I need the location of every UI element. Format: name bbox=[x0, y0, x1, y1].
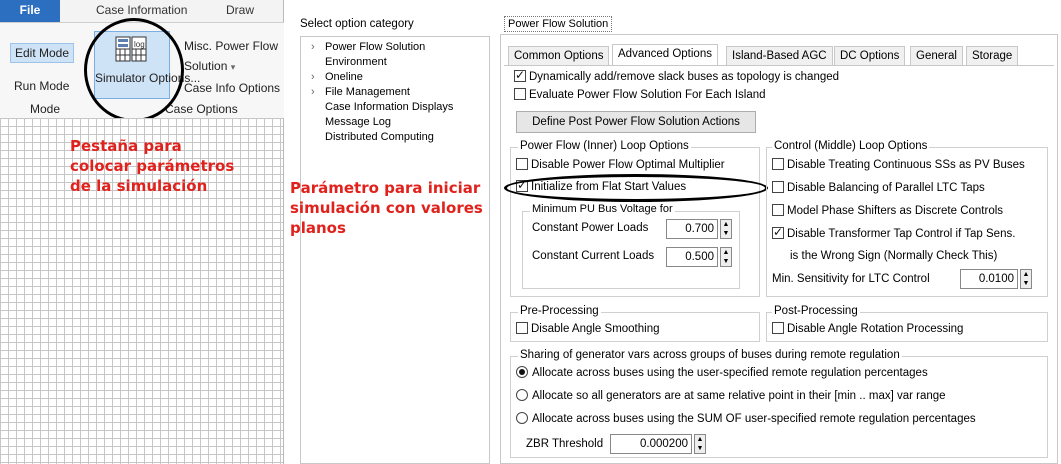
constant-current-spinner[interactable]: ▲ ▼ bbox=[720, 247, 732, 267]
define-post-actions-button[interactable]: Define Post Power Flow Solution Actions bbox=[516, 111, 756, 133]
tree-item-file-management[interactable]: › File Management bbox=[311, 86, 410, 98]
chevron-right-icon: › bbox=[311, 71, 315, 83]
tab-advanced-options[interactable]: Advanced Options bbox=[612, 44, 718, 66]
radio-button bbox=[516, 412, 528, 424]
run-mode-button[interactable]: Run Mode bbox=[14, 79, 69, 93]
inner-loop-title: Power Flow (Inner) Loop Options bbox=[518, 140, 691, 152]
checkbox-box bbox=[514, 88, 526, 100]
checkbox-label: Evaluate Power Flow Solution For Each Is… bbox=[529, 89, 766, 101]
min-voltage-title: Minimum PU Bus Voltage for bbox=[530, 203, 675, 215]
sharing-option-3[interactable]: Allocate across buses using the SUM OF u… bbox=[516, 412, 976, 425]
control-check-2[interactable]: Disable Balancing of Parallel LTC Taps bbox=[772, 181, 985, 194]
tab-island-based-agc[interactable]: Island-Based AGC bbox=[726, 46, 833, 66]
chevron-down-icon: ▾ bbox=[230, 62, 236, 72]
checkbox-box bbox=[772, 322, 784, 334]
solution-dropdown[interactable]: Solution ▾ bbox=[184, 59, 235, 73]
case-options-group-label: Case Options bbox=[165, 102, 238, 116]
disable-angle-smoothing-checkbox[interactable]: Disable Angle Smoothing bbox=[516, 322, 660, 335]
evaluate-island-checkbox[interactable]: Evaluate Power Flow Solution For Each Is… bbox=[514, 88, 766, 101]
constant-current-label: Constant Current Loads bbox=[532, 250, 655, 262]
chevron-right-icon: › bbox=[311, 41, 315, 53]
ribbon: File Case Information Draw Edit Mode Run… bbox=[0, 0, 284, 122]
checkbox-box bbox=[772, 225, 784, 239]
chevron-right-icon: › bbox=[311, 86, 315, 98]
checkbox-box bbox=[516, 158, 528, 170]
checkbox-box bbox=[772, 181, 784, 193]
radio-label: Allocate so all generators are at same r… bbox=[532, 390, 946, 402]
radio-button bbox=[516, 366, 528, 378]
zbr-threshold-input[interactable]: 0.000200 bbox=[610, 434, 692, 454]
checkbox-label: Disable Angle Smoothing bbox=[531, 323, 660, 335]
tree-item-label: Case Information Displays bbox=[325, 101, 454, 113]
slack-bus-checkbox[interactable]: Dynamically add/remove slack buses as to… bbox=[514, 68, 840, 83]
tab-common-options[interactable]: Common Options bbox=[508, 46, 610, 66]
tree-item-label: Power Flow Solution bbox=[325, 41, 426, 53]
tab-draw[interactable]: Draw bbox=[226, 0, 254, 22]
panel-title: Power Flow Solution bbox=[504, 16, 613, 32]
tree-item-case-information-displays[interactable]: Case Information Displays bbox=[311, 101, 453, 113]
wrong-sign-note: is the Wrong Sign (Normally Check This) bbox=[790, 250, 998, 262]
misc-power-flow-button[interactable]: Misc. Power Flow bbox=[184, 39, 278, 53]
checkbox-label: Dynamically add/remove slack buses as to… bbox=[529, 71, 840, 83]
constant-power-spinner[interactable]: ▲ ▼ bbox=[720, 219, 732, 239]
pre-processing-title: Pre-Processing bbox=[518, 305, 601, 317]
constant-current-input[interactable]: 0.500 bbox=[666, 247, 718, 267]
tree-item-label: File Management bbox=[325, 86, 410, 98]
mode-group-label: Mode bbox=[30, 102, 61, 116]
constant-power-input[interactable]: 0.700 bbox=[666, 219, 718, 239]
constant-power-label: Constant Power Loads bbox=[532, 222, 649, 234]
checkbox-label: Disable Angle Rotation Processing bbox=[787, 323, 964, 335]
edit-mode-button[interactable]: Edit Mode bbox=[10, 43, 75, 63]
tree-item-label: Message Log bbox=[325, 116, 392, 128]
checkbox-label: Disable Treating Continuous SSs as PV Bu… bbox=[787, 159, 1025, 171]
tab-storage[interactable]: Storage bbox=[966, 46, 1019, 66]
tab-divider bbox=[504, 65, 1054, 66]
checkbox-box bbox=[516, 322, 528, 334]
control-check-1[interactable]: Disable Treating Continuous SSs as PV Bu… bbox=[772, 158, 1025, 171]
sharing-option-1[interactable]: Allocate across buses using the user-spe… bbox=[516, 366, 928, 379]
tab-file[interactable]: File bbox=[0, 0, 60, 22]
category-tree: › Power Flow Solution Environment › Onelin… bbox=[300, 36, 490, 464]
radio-label: Allocate across buses using the SUM OF u… bbox=[532, 413, 976, 425]
disable-optimal-multiplier-checkbox[interactable]: Disable Power Flow Optimal Multiplier bbox=[516, 158, 725, 171]
min-sensitivity-label: Min. Sensitivity for LTC Control bbox=[772, 273, 930, 285]
zbr-threshold-spinner[interactable]: ▲ ▼ bbox=[694, 434, 706, 454]
control-check-3[interactable]: Model Phase Shifters as Discrete Control… bbox=[772, 204, 1003, 217]
checkbox-label: Disable Transformer Tap Control if Tap S… bbox=[787, 228, 1016, 240]
category-title: Select option category bbox=[300, 18, 414, 30]
checkbox-box bbox=[772, 204, 784, 216]
tree-item-message-log[interactable]: Message Log bbox=[311, 116, 391, 128]
radio-button bbox=[516, 389, 528, 401]
checkbox-box bbox=[772, 158, 784, 170]
control-loop-title: Control (Middle) Loop Options bbox=[772, 140, 930, 152]
sharing-option-2[interactable]: Allocate so all generators are at same r… bbox=[516, 389, 946, 402]
tab-general[interactable]: General bbox=[910, 46, 963, 66]
tree-item-distributed-computing[interactable]: Distributed Computing bbox=[311, 131, 434, 143]
zbr-threshold-label: ZBR Threshold bbox=[526, 438, 604, 450]
tree-item-environment[interactable]: Environment bbox=[311, 56, 387, 68]
post-processing-title: Post-Processing bbox=[772, 305, 860, 317]
tab-dc-options[interactable]: DC Options bbox=[834, 46, 906, 66]
highlight-ellipse bbox=[504, 174, 768, 202]
checkbox-label: Model Phase Shifters as Discrete Control… bbox=[787, 205, 1004, 217]
solution-label: Solution bbox=[184, 59, 228, 73]
checkbox-box bbox=[514, 68, 526, 82]
tree-item-label: Oneline bbox=[325, 71, 363, 83]
control-check-4[interactable]: Disable Transformer Tap Control if Tap S… bbox=[772, 225, 1016, 240]
annotation-param-note: Parámetro para iniciar simulación con va… bbox=[290, 179, 483, 237]
tree-item-power-flow-solution[interactable]: › Power Flow Solution bbox=[311, 41, 425, 53]
sharing-title: Sharing of generator vars across groups … bbox=[518, 349, 902, 361]
checkbox-label: Disable Balancing of Parallel LTC Taps bbox=[787, 182, 985, 194]
checkbox-label: Disable Power Flow Optimal Multiplier bbox=[531, 159, 725, 171]
disable-angle-rotation-checkbox[interactable]: Disable Angle Rotation Processing bbox=[772, 322, 963, 335]
highlight-circle bbox=[84, 18, 184, 122]
min-sensitivity-spinner[interactable]: ▲ ▼ bbox=[1020, 269, 1032, 289]
case-info-options-button[interactable]: Case Info Options bbox=[184, 81, 280, 95]
radio-label: Allocate across buses using the user-spe… bbox=[532, 367, 928, 379]
tree-item-oneline[interactable]: › Oneline bbox=[311, 71, 363, 83]
tree-item-label: Environment bbox=[325, 56, 387, 68]
min-sensitivity-input[interactable]: 0.0100 bbox=[960, 269, 1018, 289]
annotation-tab-note: Pestaña para colocar parámetros de la si… bbox=[70, 137, 235, 195]
tree-item-label: Distributed Computing bbox=[325, 131, 434, 143]
